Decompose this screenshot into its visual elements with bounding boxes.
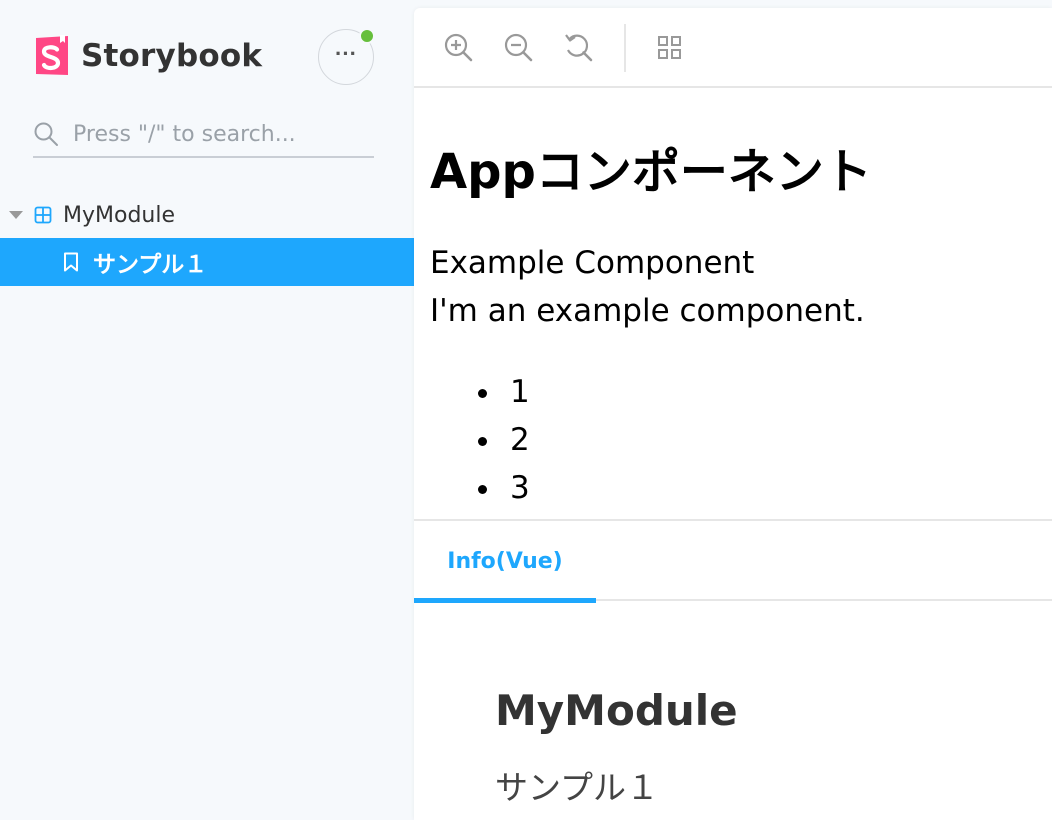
zoom-out-button[interactable] bbox=[501, 30, 535, 64]
preview-line: Example Component bbox=[430, 245, 755, 281]
more-icon: ··· bbox=[335, 41, 357, 66]
addons-panel: Info(Vue) MyModule サンプル１ bbox=[414, 519, 1052, 820]
grid-icon bbox=[658, 36, 681, 59]
reset-zoom-button[interactable] bbox=[561, 30, 595, 64]
grid-toggle-button[interactable] bbox=[653, 30, 687, 64]
tree-group-mymodule[interactable]: MyModule bbox=[0, 196, 414, 234]
list-item: 1 bbox=[478, 373, 530, 421]
list-item: 2 bbox=[478, 421, 530, 469]
search-bar bbox=[33, 110, 374, 158]
search-icon bbox=[34, 122, 58, 146]
preview-line: I'm an example component. bbox=[430, 293, 865, 329]
search-input[interactable] bbox=[73, 116, 371, 152]
zoom-out-icon bbox=[504, 33, 533, 62]
component-icon bbox=[34, 206, 52, 224]
story-item-label: サンプル１ bbox=[93, 252, 208, 278]
preview-list: 1 2 3 bbox=[478, 373, 530, 517]
expand-caret-icon[interactable] bbox=[9, 211, 23, 219]
reset-zoom-icon bbox=[565, 34, 593, 62]
tab-label: Info(Vue) bbox=[447, 548, 563, 574]
status-indicator bbox=[359, 28, 375, 44]
addons-tabbar: Info(Vue) bbox=[414, 521, 1052, 603]
preview-heading: Appコンポーネント bbox=[430, 144, 872, 200]
info-subtitle: サンプル１ bbox=[495, 768, 660, 807]
sidebar: Storybook ··· MyModule bbox=[0, 0, 414, 820]
story-preview: Appコンポーネント Example Component I'm an exam… bbox=[414, 88, 1052, 519]
storybook-logo-icon bbox=[36, 35, 68, 75]
story-item-sample1[interactable]: サンプル１ bbox=[0, 238, 414, 286]
active-tab-indicator bbox=[414, 598, 596, 603]
tree-group-label: MyModule bbox=[63, 202, 175, 228]
toolbar-divider bbox=[624, 24, 626, 72]
brand-name: Storybook bbox=[81, 38, 263, 74]
brand-link[interactable]: Storybook bbox=[33, 34, 262, 78]
storybook-app: Storybook ··· MyModule bbox=[0, 0, 1052, 820]
bookmark-icon bbox=[64, 252, 78, 272]
info-title: MyModule bbox=[495, 686, 738, 735]
main-panel: Appコンポーネント Example Component I'm an exam… bbox=[414, 8, 1052, 820]
zoom-in-button[interactable] bbox=[441, 30, 475, 64]
settings-menu-button[interactable]: ··· bbox=[318, 28, 375, 85]
list-item: 3 bbox=[478, 469, 530, 517]
zoom-in-icon bbox=[444, 33, 473, 62]
toolbar bbox=[414, 8, 1052, 88]
tab-info-vue[interactable]: Info(Vue) bbox=[414, 521, 596, 603]
